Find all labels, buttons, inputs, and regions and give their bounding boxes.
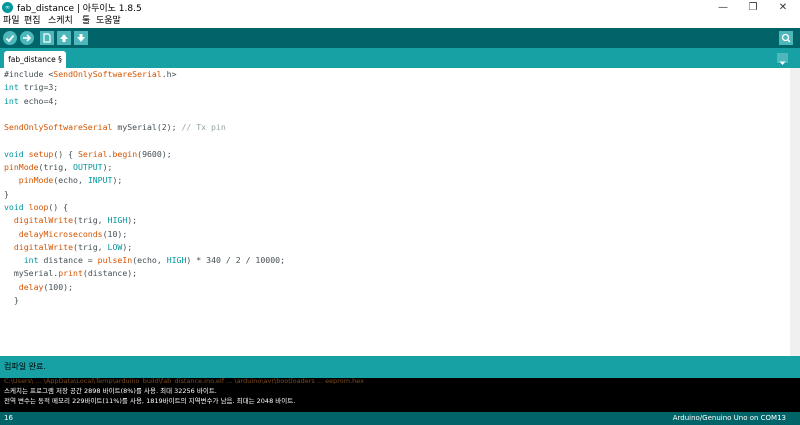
menu-bar: 파일 편집 스케치 툴 도움말 — [0, 15, 800, 28]
code-line: #include <SendOnlySoftwareSerial.h> — [4, 69, 177, 79]
console-line-dynamic-memory: 전역 변수는 동적 메모리 229바이트(11%)를 사용, 1819바이트의 … — [4, 397, 296, 405]
code-line: void setup() { Serial.begin(9600); — [4, 148, 172, 159]
open-icon — [60, 34, 68, 42]
menu-edit[interactable]: 편집 — [24, 15, 41, 28]
code-line: SendOnlySoftwareSerial mySerial(2); // T… — [4, 122, 226, 133]
menu-help[interactable]: 도움말 — [96, 15, 121, 28]
window-title: fab_distance | 아두이노 1.8.5 — [17, 4, 142, 14]
serial-monitor-icon — [781, 33, 791, 43]
maximize-button[interactable]: ❐ — [740, 0, 766, 15]
code-line: delay(100); — [18, 281, 74, 292]
menu-sketch[interactable]: 스케치 — [48, 15, 73, 28]
save-button[interactable] — [74, 31, 88, 45]
tab-bar: fab_distance § — [0, 48, 800, 68]
toolbar — [0, 28, 800, 48]
line-number: 16 — [4, 414, 13, 422]
code-area[interactable]: #include <SendOnlySoftwareSerial.h> int … — [4, 68, 285, 307]
code-line: pinMode(trig, OUTPUT); — [4, 162, 113, 173]
code-line: pinMode(echo, INPUT); — [18, 175, 123, 186]
chevron-down-icon — [779, 61, 786, 65]
status-bar: 16 Arduino/Genuino Uno on COM13 — [0, 412, 800, 425]
save-icon — [77, 34, 85, 42]
code-editor[interactable]: #include <SendOnlySoftwareSerial.h> int … — [0, 68, 800, 356]
editor-scrollbar[interactable] — [790, 68, 800, 356]
code-line: int trig=3; — [4, 82, 59, 93]
status-message: 컴파일 완료. — [4, 362, 46, 371]
open-button[interactable] — [57, 31, 71, 45]
code-line: int echo=4; — [4, 95, 59, 106]
code-line: } — [4, 188, 9, 199]
upload-button[interactable] — [20, 31, 34, 45]
code-line: void loop() { — [4, 201, 69, 212]
verify-button[interactable] — [3, 31, 17, 45]
new-button[interactable] — [40, 31, 54, 45]
code-line: delayMicroseconds(10); — [18, 228, 128, 239]
serial-monitor-button[interactable] — [779, 31, 793, 45]
minimize-button[interactable]: — — [710, 0, 736, 15]
console-output[interactable]: C:\Users\ ... \AppData\Local\Temp\arduin… — [0, 377, 800, 412]
verify-icon — [5, 34, 15, 43]
code-line: int distance = pulseIn(echo, HIGH) * 340… — [23, 255, 286, 266]
message-bar: 컴파일 완료. — [0, 356, 800, 378]
tab-fab-distance[interactable]: fab_distance § — [4, 51, 66, 68]
code-line: digitalWrite(trig, LOW); — [13, 241, 133, 252]
code-line: mySerial.print(distance); — [4, 268, 138, 279]
tab-menu-button[interactable] — [777, 53, 788, 65]
title-bar: ∞ fab_distance | 아두이노 1.8.5 — ❐ ✕ — [0, 0, 800, 15]
console-line-program-storage: 스케치는 프로그램 저장 공간 2898 바이트(8%)를 사용. 최대 322… — [4, 387, 217, 395]
menu-tools[interactable]: 툴 — [82, 15, 90, 28]
board-port-info: Arduino/Genuino Uno on COM13 — [672, 414, 786, 422]
arduino-logo-icon: ∞ — [2, 2, 13, 13]
code-line: digitalWrite(trig, HIGH); — [13, 215, 138, 226]
code-line: } — [4, 295, 19, 306]
menu-file[interactable]: 파일 — [3, 15, 20, 28]
new-icon — [43, 33, 51, 43]
close-button[interactable]: ✕ — [770, 0, 796, 15]
upload-icon — [23, 34, 32, 42]
console-line-faded: C:\Users\ ... \AppData\Local\Temp\arduin… — [4, 377, 364, 384]
